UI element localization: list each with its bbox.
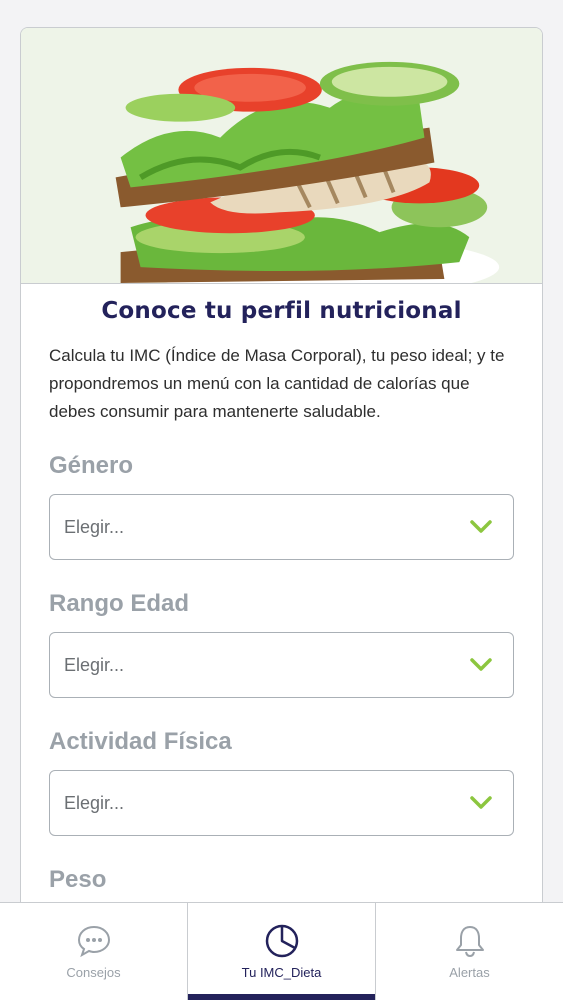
tab-alertas-label: Alertas (449, 965, 490, 980)
chevron-down-icon (469, 519, 493, 535)
tab-tu-imc-dieta[interactable]: Tu IMC_Dieta (187, 903, 376, 1000)
tab-consejos-label: Consejos (66, 965, 121, 980)
page-title: Conoce tu perfil nutricional (101, 298, 462, 324)
bell-icon (455, 926, 484, 958)
gender-label: Género (49, 452, 134, 479)
age-range-label: Rango Edad (49, 590, 190, 617)
chevron-down-icon (469, 657, 493, 673)
intro-description: Calcula tu IMC (Índice de Masa Corporal)… (49, 346, 505, 421)
nutrition-profile-card: Conoce tu perfil nutricional Calcula tu … (20, 27, 543, 927)
physical-activity-select[interactable]: Elegir... (49, 770, 514, 836)
pie-chart-icon (265, 924, 298, 958)
tab-alertas[interactable]: Alertas (376, 903, 563, 1000)
weight-label: Peso (49, 866, 107, 893)
physical-activity-label: Actividad Física (49, 728, 232, 755)
tab-tu-imc-dieta-label: Tu IMC_Dieta (241, 965, 322, 980)
gender-select[interactable]: Elegir... (49, 494, 514, 560)
chat-bubble-icon (77, 925, 110, 958)
age-range-select-value: Elegir... (64, 654, 125, 675)
chevron-down-icon (469, 795, 493, 811)
tab-consejos[interactable]: Consejos (0, 903, 187, 1000)
screen: Conoce tu perfil nutricional Calcula tu … (0, 0, 563, 1000)
physical-activity-select-value: Elegir... (64, 792, 125, 813)
bottom-tab-bar: Consejos Tu IMC_Dieta Alertas (0, 902, 563, 1000)
age-range-select[interactable]: Elegir... (49, 632, 514, 698)
gender-select-value: Elegir... (64, 516, 125, 537)
sandwich-hero-image (21, 28, 542, 284)
